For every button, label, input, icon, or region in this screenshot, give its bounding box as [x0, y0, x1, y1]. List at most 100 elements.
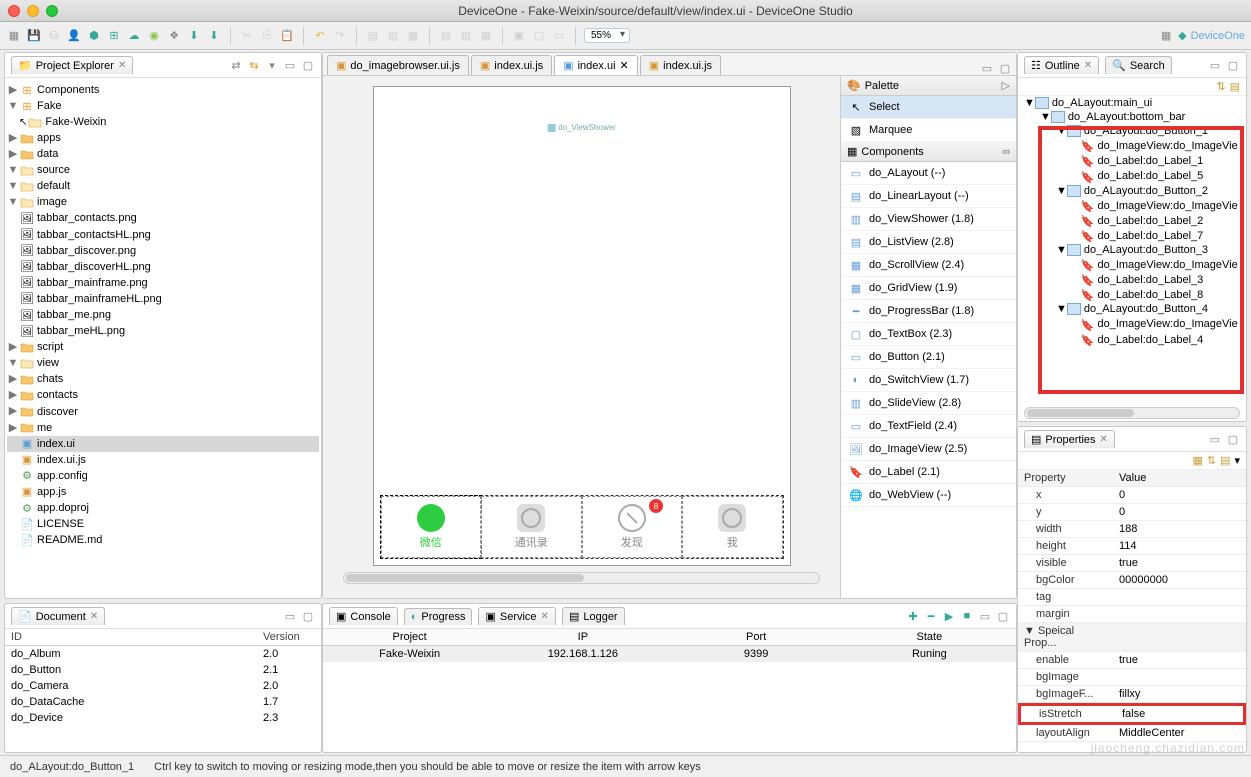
tab-logger[interactable]: ▤Logger	[562, 607, 625, 625]
fit3-icon[interactable]: ▭	[551, 28, 567, 44]
close-icon[interactable]: ✕	[90, 611, 98, 622]
tree-discover[interactable]: ▶discover	[7, 403, 319, 419]
min-icon[interactable]: ▭	[283, 59, 297, 72]
outline-tree[interactable]: ▼do_ALayout:main_ui▼do_ALayout:bottom_ba…	[1018, 96, 1246, 405]
tree-me[interactable]: ▶me	[7, 420, 319, 436]
palette-header[interactable]: 🎨Palette▷	[841, 76, 1016, 96]
tree-script[interactable]: script	[35, 341, 63, 353]
property-row[interactable]: bgImageF...fillxy	[1018, 686, 1246, 703]
outline-item[interactable]: ▼do_ALayout:do_Button_3	[1018, 243, 1246, 257]
outline-item[interactable]: ▼do_ALayout:do_Button_4	[1018, 302, 1246, 316]
valign-t-icon[interactable]: ▤	[438, 28, 454, 44]
down-icon[interactable]: ⬇	[186, 28, 202, 44]
property-row[interactable]: layoutAlignMiddleCenter	[1018, 725, 1246, 742]
outline-scrollbar[interactable]	[1024, 407, 1240, 419]
palette-item[interactable]: ▭do_ALayout (--)	[841, 162, 1016, 185]
filter-icon[interactable]: ▤	[1230, 80, 1240, 93]
palette-select[interactable]: ↖Select	[841, 96, 1016, 119]
palette-item[interactable]: ▭do_Button (2.1)	[841, 346, 1016, 369]
tree-license[interactable]: ▶📄LICENSE	[7, 516, 319, 532]
outline-item[interactable]: ▶🔖do_ImageView:do_ImageVie	[1018, 257, 1246, 272]
col-state[interactable]: State	[843, 629, 1016, 645]
fit-icon[interactable]: ▣	[511, 28, 527, 44]
tree-img-7[interactable]: ▶🖼tabbar_meHL.png	[7, 323, 319, 339]
tab-search[interactable]: 🔍Search	[1105, 56, 1172, 74]
down2-icon[interactable]: ⬇	[206, 28, 222, 44]
collapse-icon[interactable]: ⇄	[229, 59, 243, 72]
tree-img-5[interactable]: ▶🖼tabbar_mainframeHL.png	[7, 291, 319, 307]
apple-icon[interactable]: ❖	[166, 28, 182, 44]
new-icon[interactable]: ▦	[6, 28, 22, 44]
palette-item[interactable]: ▤do_ListView (2.8)	[841, 231, 1016, 254]
tree-apps[interactable]: apps	[35, 132, 61, 144]
property-row[interactable]: bgImage	[1018, 669, 1246, 686]
sort-icon[interactable]: ⇅	[1216, 80, 1225, 93]
outline-item[interactable]: ▶🔖do_Label:do_Label_7	[1018, 228, 1246, 243]
tab-outline[interactable]: ☷Outline✕	[1024, 56, 1099, 74]
tab-btn-weixin[interactable]: 微信	[381, 496, 482, 558]
outline-item[interactable]: ▶🔖do_Label:do_Label_5	[1018, 168, 1246, 183]
tree-view[interactable]: view	[35, 357, 59, 369]
tree-source[interactable]: source	[35, 164, 70, 176]
outline-item[interactable]: ▶🔖do_Label:do_Label_3	[1018, 272, 1246, 287]
tree-fakeweixin[interactable]: Fake-Weixin	[43, 116, 106, 128]
menu-icon[interactable]: ▾	[265, 59, 279, 72]
editor-tab-1[interactable]: ▣index.ui.js	[471, 55, 552, 75]
tab-project-explorer[interactable]: 📁 Project Explorer ✕	[11, 56, 133, 74]
cube-icon[interactable]: ⬢	[86, 28, 102, 44]
remove-icon[interactable]: ━	[924, 610, 938, 623]
cat-icon[interactable]: ▦	[1192, 454, 1202, 467]
tree-img-6[interactable]: ▶🖼tabbar_me.png	[7, 307, 319, 323]
tree-indexui[interactable]: ▶▣index.ui	[7, 436, 319, 452]
az-icon[interactable]: ⇅	[1207, 454, 1216, 467]
outline-item[interactable]: ▶🔖do_ImageView:do_ImageVie	[1018, 198, 1246, 213]
palette-components-header[interactable]: ▦Components∞	[841, 142, 1016, 162]
stop-icon[interactable]: ■	[960, 610, 974, 623]
tree-chats[interactable]: ▶chats	[7, 371, 319, 387]
h-scrollbar[interactable]	[343, 572, 820, 584]
close-icon[interactable]: ✕	[541, 611, 549, 622]
outline-item[interactable]: ▼do_ALayout:do_Button_2	[1018, 184, 1246, 198]
palette-item[interactable]: ▥do_SlideView (2.8)	[841, 392, 1016, 415]
palette-item[interactable]: ━do_ProgressBar (1.8)	[841, 300, 1016, 323]
play-icon[interactable]: ▶	[942, 610, 956, 623]
undo-icon[interactable]: ↶	[312, 28, 328, 44]
chevron-right-icon[interactable]: ▷	[1002, 79, 1010, 92]
tree-indexuijs[interactable]: ▶▣index.ui.js	[7, 452, 319, 468]
palette-item[interactable]: 🌐do_WebView (--)	[841, 484, 1016, 507]
property-row[interactable]: bgColor00000000	[1018, 572, 1246, 589]
design-canvas[interactable]: do_ViewShower 微信 通讯录 8发现 我	[323, 76, 840, 598]
doc-col-id[interactable]: ID	[5, 629, 257, 645]
tree-appconfig[interactable]: ▶⚙app.config	[7, 468, 319, 484]
project-tree[interactable]: ▶⊞Components ▼⊞Fake ▶↖Fake-Weixin ▶apps …	[5, 78, 321, 598]
min-icon[interactable]: ▭	[283, 610, 297, 623]
tree-data[interactable]: data	[35, 148, 58, 160]
tab-service[interactable]: ▣Service✕	[478, 607, 555, 625]
editor-tab-3[interactable]: ▣index.ui.js	[640, 55, 721, 75]
valign-m-icon[interactable]: ▥	[458, 28, 474, 44]
close-window-icon[interactable]	[8, 5, 20, 17]
col-project[interactable]: Project	[323, 629, 496, 645]
palette-item[interactable]: 🖼do_ImageView (2.5)	[841, 438, 1016, 461]
palette-item[interactable]: 🔖do_Label (2.1)	[841, 461, 1016, 484]
save-icon[interactable]: 💾	[26, 28, 42, 44]
align-r-icon[interactable]: ▦	[405, 28, 421, 44]
brand-label[interactable]: ◆DeviceOne	[1178, 29, 1245, 42]
property-row[interactable]: ▼ Speical Prop...	[1018, 623, 1246, 652]
palette-item[interactable]: ▤do_LinearLayout (--)	[841, 185, 1016, 208]
copy-icon[interactable]: ⎘	[259, 28, 275, 44]
module-icon[interactable]: ⊞	[106, 28, 122, 44]
palette-item[interactable]: ▦do_ScrollView (2.4)	[841, 254, 1016, 277]
doc-row[interactable]: do_Album2.0	[5, 646, 321, 662]
property-row[interactable]: y0	[1018, 504, 1246, 521]
align-c-icon[interactable]: ▥	[385, 28, 401, 44]
max-icon[interactable]: ▢	[1226, 59, 1240, 72]
property-row[interactable]: isStretchfalse	[1018, 703, 1246, 725]
tree-img-0[interactable]: ▶🖼tabbar_contacts.png	[7, 210, 319, 226]
tab-btn-discover[interactable]: 8发现	[582, 496, 683, 558]
infinity-icon[interactable]: ∞	[1002, 146, 1010, 158]
tree-img-2[interactable]: ▶🖼tabbar_discover.png	[7, 243, 319, 259]
outline-item[interactable]: ▼do_ALayout:bottom_bar	[1018, 110, 1246, 124]
outline-item[interactable]: ▶🔖do_ImageView:do_ImageVie	[1018, 138, 1246, 153]
tree-readme[interactable]: ▶📄README.md	[7, 532, 319, 548]
